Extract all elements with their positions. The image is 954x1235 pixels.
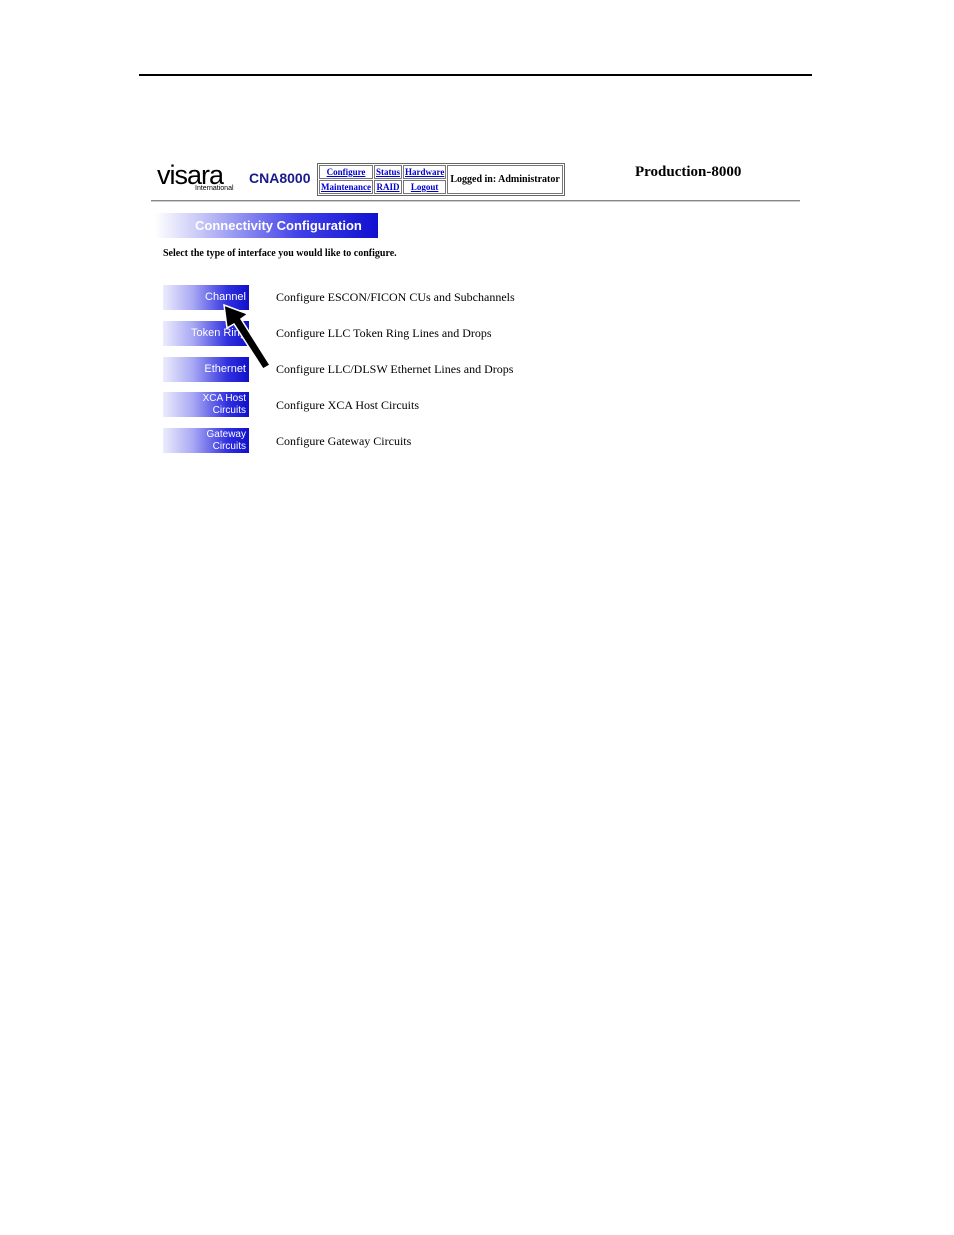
xca-host-description: Configure XCA Host Circuits [276,398,419,412]
channel-description: Configure ESCON/FICON CUs and Subchannel… [276,290,515,304]
section-title-banner: Connectivity Configuration [155,213,378,238]
nav-cell-logout: Logout [403,180,447,194]
token-ring-description: Configure LLC Token Ring Lines and Drops [276,326,492,340]
nav-cell-configure: Configure [319,165,373,179]
visara-logo: visara International [157,160,234,192]
nav-cell-raid: RAID [374,180,403,194]
site-name: Production-8000 [635,164,742,180]
nav-cell-maintenance: Maintenance [319,180,373,194]
nav-cell-status: Status [374,165,403,179]
nav-cell-hardware: Hardware [403,165,447,179]
gateway-circuits-button[interactable]: Gateway Circuits [163,428,249,453]
xca-host-label-line1: XCA Host [202,393,246,404]
gateway-label-line2: Circuits [212,441,246,452]
gateway-description: Configure Gateway Circuits [276,434,412,448]
logged-in-status: Logged in: Administrator [447,165,563,194]
nav-hardware-link[interactable]: Hardware [405,167,444,177]
nav-menu: Configure Status Hardware Logged in: Adm… [317,163,565,196]
nav-configure-link[interactable]: Configure [327,167,366,177]
page-top-rule [139,74,812,76]
nav-maintenance-link[interactable]: Maintenance [321,182,371,192]
nav-raid-link[interactable]: RAID [377,182,400,192]
gateway-label-line1: Gateway [206,429,246,440]
header-divider [151,200,800,202]
xca-host-circuits-button[interactable]: XCA Host Circuits [163,392,249,417]
product-name: CNA8000 [249,170,311,186]
instructions-text: Select the type of interface you would l… [163,248,397,259]
xca-host-label-line2: Circuits [212,405,246,416]
pointer-arrow-icon [223,303,272,371]
ethernet-description: Configure LLC/DLSW Ethernet Lines and Dr… [276,362,514,376]
nav-status-link[interactable]: Status [376,167,400,177]
nav-logout-link[interactable]: Logout [411,182,439,192]
